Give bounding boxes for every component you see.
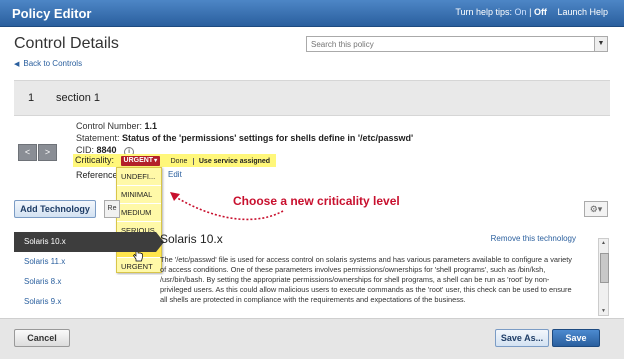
search-input[interactable] xyxy=(307,37,595,51)
criticality-row: Criticality: URGENT▾ Done Use service as… xyxy=(73,154,277,167)
title-bar: Policy Editor Turn help tips: On | Off L… xyxy=(0,0,624,27)
back-to-controls-link[interactable]: ◀ Back to Controls xyxy=(14,59,82,68)
done-link[interactable]: Done xyxy=(171,158,188,165)
save-as-button[interactable]: Save As... xyxy=(495,329,549,347)
control-number-row: Control Number: 1.1 xyxy=(76,120,413,132)
use-service-assigned-link[interactable]: Use service assigned xyxy=(192,158,271,165)
previous-control-button[interactable]: < xyxy=(18,144,37,161)
scroll-up-icon[interactable]: ▲ xyxy=(599,239,608,247)
technology-label: Solaris 10.x xyxy=(24,237,66,246)
launch-help-link[interactable]: Launch Help xyxy=(557,7,608,17)
criticality-option[interactable]: MEDIUM xyxy=(117,204,161,222)
page-title: Control Details xyxy=(14,35,119,52)
control-details: Control Number: 1.1 Statement: Status of… xyxy=(76,120,413,157)
technology-detail: Solaris 10.x Remove this technology The … xyxy=(160,232,580,314)
search-box[interactable]: ▼ xyxy=(306,36,608,52)
help-links: Turn help tips: On | Off Launch Help xyxy=(455,7,608,17)
next-control-button[interactable]: > xyxy=(38,144,57,161)
technology-item[interactable]: Solaris 8.x xyxy=(14,272,156,292)
reference-edit-link[interactable]: Edit xyxy=(168,170,182,179)
criticality-label: Criticality: xyxy=(75,155,115,165)
control-number-value: 1.1 xyxy=(144,121,158,131)
technology-description: The '/etc/passwd' file is used for acces… xyxy=(160,255,572,304)
technology-item[interactable]: Solaris 11.x xyxy=(14,252,156,272)
remove-technology-link[interactable]: Remove this technology xyxy=(491,234,576,243)
annotation-text: Choose a new criticality level xyxy=(233,194,400,208)
control-number-label: Control Number: xyxy=(76,121,143,131)
statement-row: Statement: Status of the 'permissions' s… xyxy=(76,132,413,144)
criticality-dropdown[interactable]: URGENT▾ xyxy=(120,156,161,166)
app-title: Policy Editor xyxy=(12,6,92,21)
control-navigation: < > xyxy=(18,144,58,161)
help-tips-label: Turn help tips: xyxy=(455,7,513,17)
reference-row: Reference Edit xyxy=(76,170,182,180)
section-number: 1 xyxy=(28,92,35,104)
gear-icon[interactable]: ⚙▾ xyxy=(584,201,608,217)
footer-bar: Cancel Save As... Save xyxy=(0,318,624,359)
help-on-toggle[interactable]: On xyxy=(515,7,527,17)
criticality-option[interactable]: UNDEFI... xyxy=(117,168,161,186)
technology-item-selected[interactable]: Solaris 10.x xyxy=(14,232,164,252)
scroll-down-icon[interactable]: ▼ xyxy=(599,307,608,315)
detail-scrollbar[interactable]: ▲ ▼ xyxy=(598,238,609,316)
technology-list: Solaris 10.x Solaris 11.x Solaris 8.x So… xyxy=(14,232,164,312)
scroll-thumb[interactable] xyxy=(600,253,609,283)
section-header: 1 section 1 xyxy=(14,80,610,116)
criticality-value: URGENT xyxy=(123,157,154,164)
section-name: section 1 xyxy=(56,92,101,104)
cancel-button[interactable]: Cancel xyxy=(14,329,70,347)
chevron-down-icon[interactable]: ▼ xyxy=(594,37,607,51)
save-button[interactable]: Save xyxy=(552,329,600,347)
technology-item[interactable]: Solaris 9.x xyxy=(14,292,156,312)
statement-label: Statement: xyxy=(76,133,120,143)
back-arrow-icon: ◀ xyxy=(14,61,20,68)
add-technology-button[interactable]: Add Technology xyxy=(14,200,96,218)
help-off-toggle[interactable]: Off xyxy=(534,7,547,17)
chevron-down-icon: ▾ xyxy=(154,158,158,164)
help-separator: | xyxy=(529,7,532,17)
re-button[interactable]: Re xyxy=(104,200,120,218)
criticality-option[interactable]: MINIMAL xyxy=(117,186,161,204)
reference-label: Reference xyxy=(76,170,118,180)
back-link-label: Back to Controls xyxy=(23,59,83,68)
statement-value: Status of the 'permissions' settings for… xyxy=(122,133,414,143)
